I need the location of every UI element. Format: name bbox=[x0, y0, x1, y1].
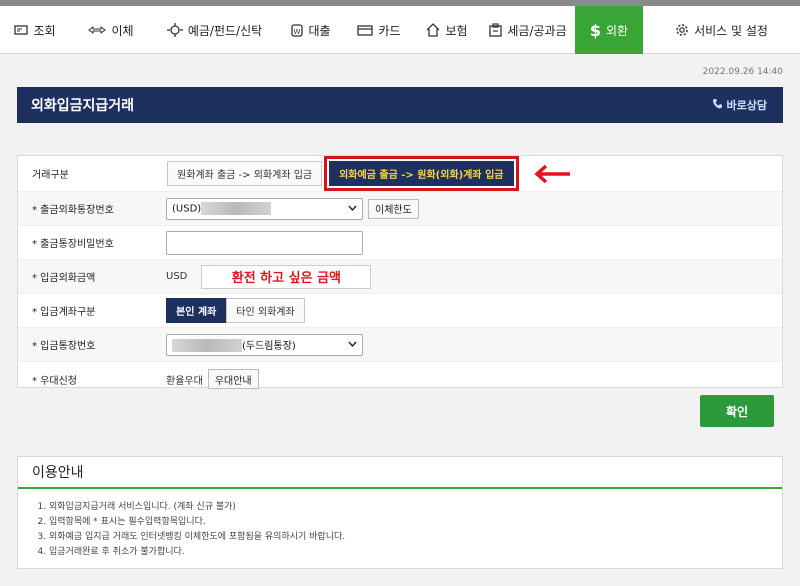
nav-loan[interactable]: W 대출 bbox=[277, 6, 345, 54]
password-input[interactable] bbox=[166, 230, 363, 255]
nav-settings[interactable]: 서비스 및 설정 bbox=[643, 6, 800, 54]
transfer-form: 거래구분 원화계좌 출금 -> 외화계좌 입금 외화예금 출금 -> 원화(외화… bbox=[17, 155, 783, 389]
nav-transfer[interactable]: 이체 bbox=[70, 6, 152, 54]
chevron-down-icon bbox=[348, 339, 357, 350]
option-other-account[interactable]: 타인 외화계좌 bbox=[226, 298, 305, 323]
deposit-account-select[interactable]: (두드림통장) bbox=[166, 333, 363, 356]
inquiry-icon bbox=[14, 24, 29, 36]
nav-foreign-exchange[interactable]: $ 외환 bbox=[575, 6, 643, 54]
loan-icon: W bbox=[291, 23, 304, 37]
nav-tax[interactable]: 세금/공과금 bbox=[481, 6, 575, 54]
usage-guide-title: 이용안내 bbox=[18, 457, 782, 489]
page-title-bar: 외화입금지급거래 바로상담 bbox=[17, 87, 783, 123]
transfer-icon bbox=[88, 25, 107, 35]
preferential-row: * 우대신청 환율우대 우대안내 bbox=[18, 362, 782, 396]
list-item: 외화예금 입지급 거래도 인터넷뱅킹 이체한도에 포함됨을 유의하시기 바랍니다… bbox=[49, 530, 782, 545]
svg-text:W: W bbox=[294, 28, 301, 36]
main-nav: 조회 이체 예금/펀드/신탁 W 대출 카드 보험 세금/공과금 $ 외환 서비… bbox=[0, 6, 800, 54]
masked-account-number bbox=[172, 339, 242, 353]
page-title: 외화입금지급거래 bbox=[31, 98, 135, 114]
preferential-info-button[interactable]: 우대안내 bbox=[207, 369, 259, 389]
tax-icon bbox=[489, 23, 503, 37]
usage-guide-list: 외화입금지급거래 서비스입니다. (계좌 신규 불가) 입력항목에 * 표시는 … bbox=[18, 489, 782, 560]
usage-guide: 이용안내 외화입금지급거래 서비스입니다. (계좌 신규 불가) 입력항목에 *… bbox=[17, 456, 783, 569]
withdraw-account-select[interactable]: (USD) bbox=[166, 197, 363, 220]
dollar-icon: $ bbox=[589, 20, 602, 40]
deposit-account-row: * 입금통장번호 (두드림통장) bbox=[18, 328, 782, 362]
nav-insurance[interactable]: 보험 bbox=[413, 6, 481, 54]
card-icon bbox=[357, 24, 374, 36]
option-fx-to-krw[interactable]: 외화예금 출금 -> 원화(외화)계좌 입금 bbox=[329, 161, 514, 186]
currency-label: USD bbox=[166, 271, 188, 282]
withdraw-password-row: * 출금통장비밀번호 bbox=[18, 226, 782, 260]
phone-icon bbox=[712, 98, 722, 112]
list-item: 입력항목에 * 표시는 필수입력항목입니다. bbox=[49, 515, 782, 530]
consult-link[interactable]: 바로상담 bbox=[712, 97, 767, 113]
option-own-account[interactable]: 본인 계좌 bbox=[166, 298, 227, 323]
transaction-type-row: 거래구분 원화계좌 출금 -> 외화계좌 입금 외화예금 출금 -> 원화(외화… bbox=[18, 156, 782, 192]
confirm-button[interactable]: 확인 bbox=[700, 395, 774, 427]
nav-inquiry[interactable]: 조회 bbox=[0, 6, 70, 54]
masked-account-number bbox=[201, 202, 272, 215]
nav-card[interactable]: 카드 bbox=[345, 6, 413, 54]
option-krw-to-fx[interactable]: 원화계좌 출금 -> 외화계좌 입금 bbox=[167, 161, 323, 186]
transfer-limit-button[interactable]: 이체한도 bbox=[368, 198, 419, 219]
nav-deposit[interactable]: 예금/펀드/신탁 bbox=[152, 6, 277, 54]
insurance-icon bbox=[426, 23, 440, 37]
withdraw-account-row: * 출금외화통장번호 (USD) 이체한도 bbox=[18, 192, 782, 226]
deposit-amount-row: * 입금외화금액 USD 환전 하고 싶은 금액 bbox=[18, 260, 782, 294]
list-item: 입금거래완료 후 취소가 불가합니다. bbox=[49, 545, 782, 560]
highlight-box: 외화예금 출금 -> 원화(외화)계좌 입금 bbox=[324, 156, 519, 191]
amount-input[interactable]: 환전 하고 싶은 금액 bbox=[201, 264, 372, 289]
gear-icon bbox=[675, 23, 689, 37]
timestamp: 2022.09.26 14:40 bbox=[702, 67, 783, 77]
list-item: 외화입금지급거래 서비스입니다. (계좌 신규 불가) bbox=[49, 500, 782, 515]
deposit-icon bbox=[166, 23, 183, 37]
chevron-down-icon bbox=[348, 203, 357, 214]
deposit-account-type-row: * 입금계좌구분 본인 계좌 타인 외화계좌 bbox=[18, 294, 782, 328]
arrow-left-icon bbox=[533, 164, 571, 184]
